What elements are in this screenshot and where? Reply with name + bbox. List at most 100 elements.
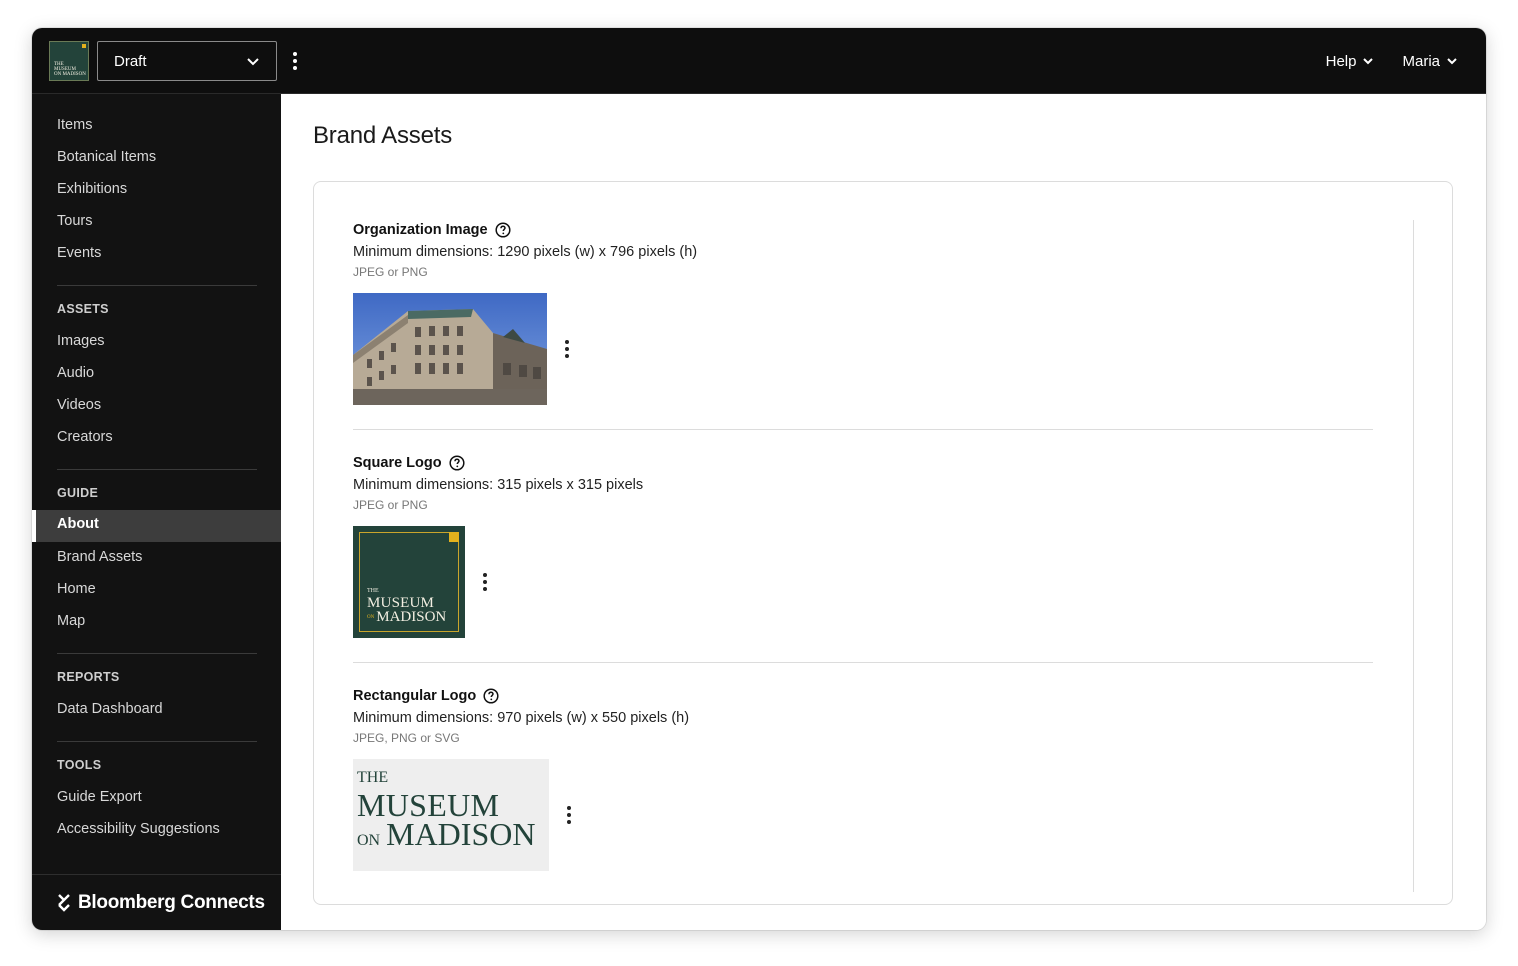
- square-logo-text-madison-line: ON MADISON: [367, 609, 446, 626]
- organization-image-formats: JPEG or PNG: [353, 265, 428, 279]
- sidebar-footer: Bloomberg Connects: [32, 874, 281, 930]
- more-vertical-icon: [565, 340, 569, 344]
- section-title: Square Logo: [353, 453, 1373, 473]
- kebab-dot: [483, 587, 487, 591]
- brand-assets-card: Organization Image Minimum dimensions: 1…: [313, 181, 1453, 905]
- sidebar-item-data-dashboard[interactable]: Data Dashboard: [57, 699, 163, 719]
- rectangular-logo-dimensions: Minimum dimensions: 970 pixels (w) x 550…: [353, 710, 690, 726]
- card-scroll-divider: [1413, 220, 1414, 892]
- sidebar-item-home[interactable]: Home: [57, 579, 96, 599]
- more-vertical-icon: [567, 806, 571, 810]
- square-logo-formats: JPEG or PNG: [353, 498, 428, 512]
- question-circle-icon[interactable]: [495, 222, 511, 238]
- square-logo-thumbnail[interactable]: THE MUSEUM ON MADISON: [353, 526, 465, 638]
- kebab-dot: [483, 580, 487, 584]
- app-window: THE MUSEUM ON MADISON Draft Help Maria I…: [32, 28, 1486, 930]
- rect-logo-text-on: ON: [357, 832, 381, 849]
- sidebar-item-exhibitions[interactable]: Exhibitions: [57, 179, 127, 199]
- version-select-value: Draft: [114, 52, 147, 70]
- top-bar: THE MUSEUM ON MADISON Draft Help Maria: [32, 28, 1486, 94]
- bloomberg-connects-logo-icon: [58, 893, 70, 912]
- rectangular-logo-thumbnail[interactable]: THE MUSEUM ON MADISON: [353, 759, 549, 871]
- square-logo-dimensions: Minimum dimensions: 315 pixels x 315 pix…: [353, 477, 644, 493]
- organization-image-row: [353, 293, 575, 405]
- logo-text-madison: ON MADISON: [54, 72, 86, 77]
- sidebar-item-videos[interactable]: Videos: [57, 395, 101, 415]
- sidebar-item-events[interactable]: Events: [57, 243, 101, 263]
- bloomberg-connects-brand: Bloomberg Connects: [78, 891, 265, 913]
- chevron-down-icon: [247, 58, 259, 66]
- rect-logo-text-madison-line: ON MADISON: [357, 816, 535, 853]
- sidebar-item-botanical-items[interactable]: Botanical Items: [57, 147, 156, 167]
- sidebar-divider: [57, 285, 257, 286]
- organization-image-thumbnail[interactable]: [353, 293, 547, 405]
- chevron-down-icon: [1447, 58, 1457, 65]
- square-logo-text-the: THE: [367, 588, 379, 594]
- more-vertical-icon: [293, 52, 297, 56]
- rect-logo-text-the: THE: [357, 769, 389, 786]
- sidebar-item-about-label: About: [57, 516, 99, 532]
- sidebar-heading-tools: TOOLS: [57, 758, 102, 772]
- rectangular-logo-section: Rectangular Logo Minimum dimensions: 970…: [353, 686, 1373, 871]
- version-select[interactable]: Draft: [97, 41, 277, 81]
- organization-image-more-button[interactable]: [559, 337, 575, 361]
- sidebar-item-creators[interactable]: Creators: [57, 427, 113, 447]
- sidebar-item-brand-assets[interactable]: Brand Assets: [57, 547, 142, 567]
- sidebar-item-items[interactable]: Items: [57, 115, 92, 135]
- question-circle-icon[interactable]: [449, 455, 465, 471]
- help-menu-label: Help: [1325, 52, 1357, 70]
- kebab-dot: [565, 354, 569, 358]
- sidebar-item-accessibility-suggestions[interactable]: Accessibility Suggestions: [57, 819, 220, 839]
- sidebar-item-about[interactable]: About: [32, 510, 281, 542]
- sidebar-item-audio[interactable]: Audio: [57, 363, 94, 383]
- user-menu-label: Maria: [1402, 52, 1440, 70]
- logo-corner-accent: [449, 532, 459, 542]
- chevron-down-icon: [1363, 58, 1374, 65]
- museum-logo-thumbnail[interactable]: THE MUSEUM ON MADISON: [49, 41, 89, 81]
- kebab-dot: [567, 813, 571, 817]
- sidebar-heading-assets: ASSETS: [57, 302, 109, 316]
- more-vertical-icon: [483, 573, 487, 577]
- logo-thumbnail-text: THE MUSEUM ON MADISON: [54, 62, 86, 77]
- page-title: Brand Assets: [313, 122, 453, 149]
- organization-image-section: Organization Image Minimum dimensions: 1…: [353, 220, 1373, 405]
- organization-image-dimensions: Minimum dimensions: 1290 pixels (w) x 79…: [353, 244, 698, 260]
- square-logo-section: Square Logo Minimum dimensions: 315 pixe…: [353, 453, 1373, 638]
- sidebar-item-guide-export[interactable]: Guide Export: [57, 787, 142, 807]
- sidebar-heading-guide: GUIDE: [57, 486, 99, 500]
- kebab-dot: [565, 347, 569, 351]
- sidebar-item-images[interactable]: Images: [57, 331, 105, 351]
- top-right-menus: Help Maria: [1326, 28, 1458, 94]
- square-logo-text-madison: MADISON: [376, 609, 447, 625]
- rect-logo-text-madison: MADISON: [386, 816, 536, 852]
- section-title: Organization Image: [353, 220, 1373, 240]
- sidebar-heading-reports: REPORTS: [57, 670, 120, 684]
- version-more-options-button[interactable]: [287, 49, 303, 73]
- sidebar-divider: [57, 741, 257, 742]
- rectangular-logo-row: THE MUSEUM ON MADISON: [353, 759, 577, 871]
- square-logo-more-button[interactable]: [477, 570, 493, 594]
- kebab-dot: [293, 59, 297, 63]
- sidebar-item-tours[interactable]: Tours: [57, 211, 92, 231]
- square-logo-row: THE MUSEUM ON MADISON: [353, 526, 493, 638]
- sidebar-nav: Items Botanical Items Exhibitions Tours …: [32, 94, 281, 930]
- square-logo-title: Square Logo: [353, 455, 442, 471]
- sidebar-divider: [57, 653, 257, 654]
- user-menu[interactable]: Maria: [1402, 53, 1458, 70]
- question-circle-icon[interactable]: [483, 688, 499, 704]
- help-menu[interactable]: Help: [1326, 53, 1375, 70]
- section-title: Rectangular Logo: [353, 686, 1373, 706]
- kebab-dot: [293, 66, 297, 70]
- sidebar-item-map[interactable]: Map: [57, 611, 85, 631]
- kebab-dot: [567, 820, 571, 824]
- square-logo-text-on: ON: [367, 615, 375, 621]
- organization-image-title: Organization Image: [353, 222, 488, 238]
- section-divider: [353, 429, 1373, 430]
- logo-corner-accent: [82, 44, 86, 48]
- rectangular-logo-more-button[interactable]: [561, 803, 577, 827]
- section-divider: [353, 662, 1373, 663]
- rectangular-logo-title: Rectangular Logo: [353, 688, 477, 704]
- main-content: Brand Assets Organization Image Minimum …: [281, 94, 1486, 930]
- rectangular-logo-formats: JPEG, PNG or SVG: [353, 731, 460, 745]
- sidebar-divider: [57, 469, 257, 470]
